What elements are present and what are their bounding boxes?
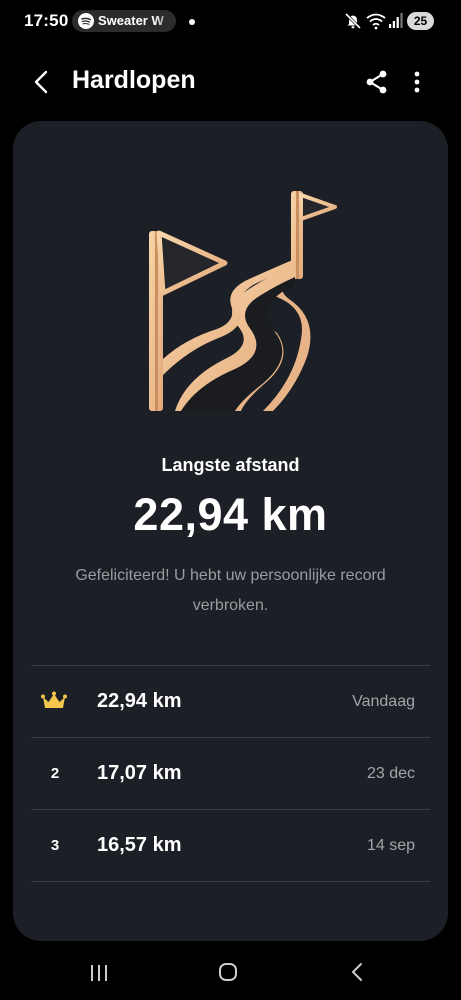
wifi-icon	[366, 13, 386, 30]
back-icon[interactable]	[347, 961, 369, 983]
spotify-icon	[78, 13, 94, 29]
share-icon[interactable]	[364, 68, 390, 96]
record-value: 22,94 km	[97, 690, 182, 712]
page-title: Hardlopen	[72, 66, 196, 94]
signal-icon	[389, 13, 403, 28]
system-nav-bar	[0, 948, 461, 1000]
status-time: 17:50	[24, 11, 69, 30]
achievement-message: Gefeliciteerd! U hebt uw persoonlijke re…	[75, 567, 386, 614]
record-date: Vandaag	[352, 693, 415, 710]
record-rank: 2	[50, 765, 60, 782]
achievement-value: 22,94 km	[133, 489, 328, 540]
record-row[interactable]: 22,94 km Vandaag	[31, 665, 430, 737]
record-row[interactable]: 3 16,57 km 14 sep	[31, 809, 430, 882]
recent-apps-icon[interactable]	[88, 962, 110, 984]
media-pill-text: Sweater W	[98, 13, 164, 28]
record-date: 14 sep	[366, 837, 415, 854]
media-pill[interactable]: Sweater W	[72, 10, 176, 32]
achievement-label: Langste afstand	[161, 455, 300, 475]
status-bar: 17:50 Sweater W 25	[0, 0, 461, 44]
record-rank: 3	[50, 837, 60, 854]
app-header: Hardlopen	[0, 52, 461, 112]
more-vertical-icon[interactable]	[404, 68, 430, 96]
back-arrow-icon[interactable]	[28, 68, 56, 96]
battery-icon: 25	[407, 12, 434, 30]
record-date: 23 dec	[366, 765, 415, 782]
records-list: 22,94 km Vandaag 2 17,07 km 23 dec 3 16,…	[31, 665, 430, 882]
mute-icon	[344, 12, 362, 30]
crown-icon	[41, 691, 67, 708]
notification-dot	[189, 19, 195, 25]
road-flags-icon	[149, 191, 337, 411]
record-value: 17,07 km	[97, 762, 182, 784]
record-row[interactable]: 2 17,07 km 23 dec	[31, 737, 430, 809]
record-value: 16,57 km	[97, 834, 182, 856]
home-icon[interactable]	[217, 961, 239, 983]
record-card: Langste afstand 22,94 km Gefeliciteerd! …	[13, 121, 448, 941]
